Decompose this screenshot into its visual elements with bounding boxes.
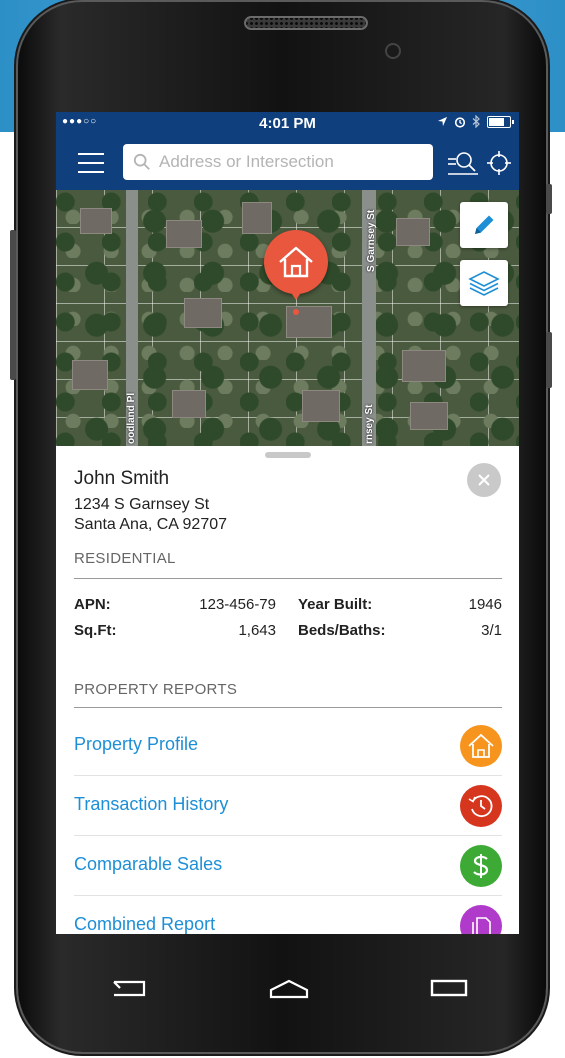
- year-built-label: Year Built:: [298, 596, 373, 613]
- building: [396, 218, 430, 246]
- status-icons: [437, 115, 514, 128]
- earpiece-speaker: [244, 16, 368, 30]
- close-button[interactable]: [467, 463, 501, 497]
- bluetooth-icon: [472, 115, 480, 128]
- year-built-value: 1946: [468, 596, 502, 613]
- report-comparable-sales[interactable]: Comparable Sales: [74, 835, 502, 896]
- edit-button[interactable]: [460, 202, 508, 248]
- street-label: rnsey St: [364, 404, 375, 444]
- house-icon: [460, 725, 502, 767]
- volume-button: [10, 230, 16, 380]
- sqft-value: 1,643: [238, 622, 276, 639]
- report-label: Comparable Sales: [74, 854, 223, 874]
- documents-icon: [460, 905, 502, 934]
- app-screen: ●●●○○ 4:01 PM Address or Intersection S …: [56, 112, 519, 934]
- drag-handle[interactable]: [265, 452, 311, 458]
- pin-location-dot: [293, 309, 299, 315]
- street-label: oodland Pl: [126, 392, 137, 444]
- building: [410, 402, 448, 430]
- report-combined-report[interactable]: Combined Report: [74, 895, 502, 934]
- apn-value: 123-456-79: [199, 596, 276, 613]
- pin-tail: [288, 288, 304, 300]
- history-icon: [460, 785, 502, 827]
- apn-label: APN:: [74, 596, 111, 613]
- home-icon[interactable]: [268, 978, 310, 1000]
- building: [402, 350, 446, 382]
- property-type: RESIDENTIAL: [74, 550, 176, 567]
- alarm-icon: [454, 116, 466, 128]
- top-navbar: [56, 136, 519, 190]
- power-button: [546, 184, 552, 214]
- beds-baths-label: Beds/Baths:: [298, 622, 386, 639]
- divider: [74, 707, 502, 708]
- dollar-icon: [460, 845, 502, 887]
- building: [184, 298, 222, 328]
- layers-icon: [468, 271, 500, 296]
- owner-name: John Smith: [74, 468, 170, 489]
- reports-title: PROPERTY REPORTS: [74, 681, 238, 698]
- search-area-icon[interactable]: [446, 150, 480, 178]
- report-label: Property Profile: [74, 734, 199, 754]
- report-property-profile[interactable]: Property Profile: [74, 715, 502, 776]
- building: [72, 360, 108, 390]
- search-icon: [133, 153, 150, 170]
- search-bar[interactable]: [123, 144, 433, 180]
- street-label: S Garnsey St: [366, 209, 377, 272]
- divider: [74, 578, 502, 579]
- property-details-sheet: John Smith 1234 S Garnsey St Santa Ana, …: [56, 446, 519, 934]
- property-pin[interactable]: [264, 230, 328, 294]
- android-nav-bar: [56, 934, 519, 1034]
- report-label: Transaction History: [74, 794, 229, 814]
- building: [80, 208, 112, 234]
- menu-icon[interactable]: [78, 153, 104, 173]
- battery-icon: [487, 115, 514, 128]
- edit-pencil-icon: [475, 215, 494, 234]
- building: [166, 220, 202, 248]
- building: [242, 202, 272, 234]
- report-transaction-history[interactable]: Transaction History: [74, 775, 502, 836]
- front-camera: [387, 45, 399, 57]
- beds-baths-value: 3/1: [481, 622, 502, 639]
- back-icon[interactable]: [112, 978, 146, 998]
- search-input[interactable]: [157, 151, 431, 173]
- location-arrow-icon: [437, 116, 448, 127]
- side-key: [546, 332, 552, 388]
- report-label: Combined Report: [74, 914, 216, 934]
- house-icon: [279, 246, 313, 278]
- address-line2: Santa Ana, CA 92707: [74, 516, 228, 533]
- close-icon: [478, 474, 490, 486]
- address-line1: 1234 S Garnsey St: [74, 496, 210, 513]
- building: [172, 390, 206, 418]
- layers-button[interactable]: [460, 260, 508, 306]
- recent-apps-icon[interactable]: [430, 978, 468, 998]
- status-bar: ●●●○○ 4:01 PM: [56, 112, 519, 136]
- locate-icon[interactable]: [486, 150, 512, 176]
- building: [302, 390, 340, 422]
- satellite-map[interactable]: S Garnsey St oodland Pl rnsey St: [56, 190, 519, 446]
- sqft-label: Sq.Ft:: [74, 622, 117, 639]
